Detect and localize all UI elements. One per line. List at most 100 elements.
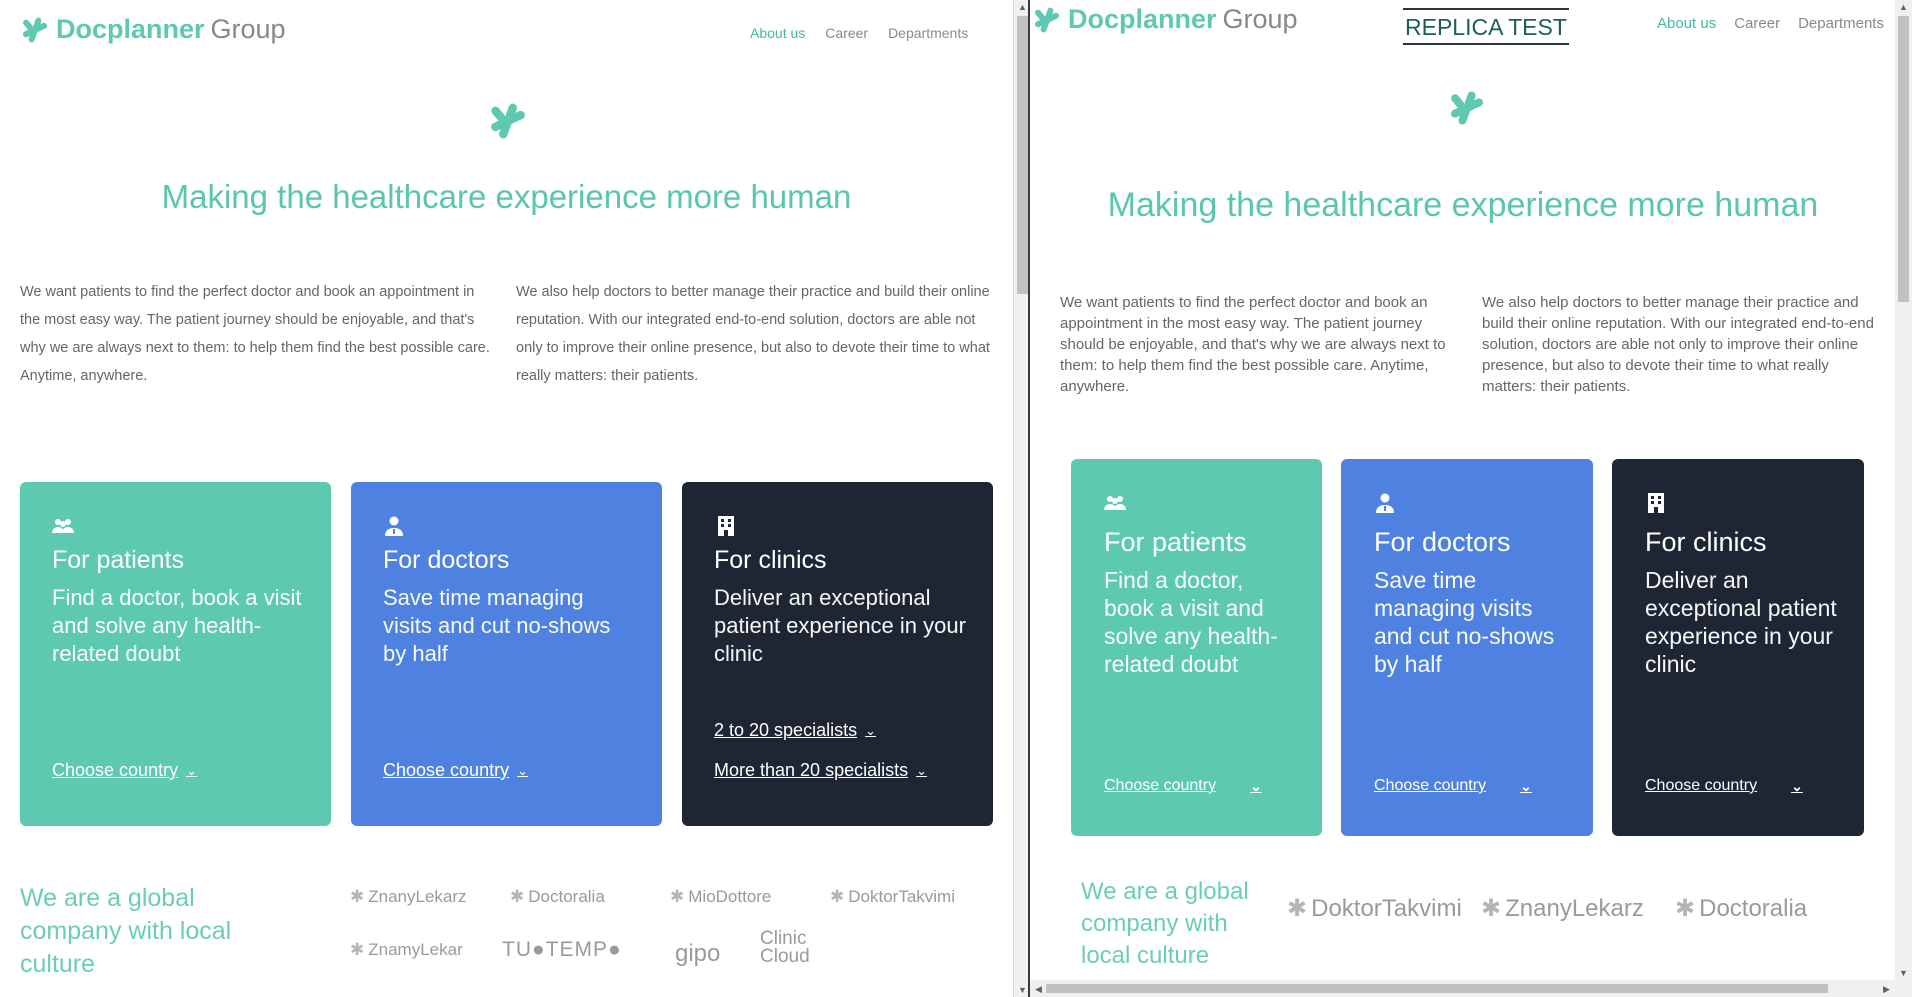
chevron-down-icon: ⌄	[1520, 777, 1532, 794]
brand-label: MioDottore	[688, 887, 772, 906]
scroll-down-arrow-icon[interactable]: ▼	[1895, 966, 1912, 980]
scrollbar-thumb[interactable]	[1017, 16, 1028, 294]
docplanner-logo[interactable]: Docplanner Group	[1032, 4, 1298, 35]
scroll-down-arrow-icon[interactable]: ▼	[1014, 983, 1031, 997]
card-description: Save time managing visits and cut no-sho…	[1374, 567, 1555, 677]
card-title: For clinics	[1645, 527, 1767, 557]
star-icon: ✱	[670, 887, 685, 906]
people-icon	[1104, 496, 1126, 510]
logo-group: Group	[1222, 4, 1298, 34]
star-icon: ✱	[1287, 895, 1308, 922]
chevron-down-icon: ⌄	[186, 762, 197, 778]
card-description: Save time managing visits and cut no-sho…	[383, 585, 611, 666]
scroll-up-arrow-icon[interactable]: ▲	[1014, 0, 1031, 14]
card-patients[interactable]: For patients Find a doctor, book a visit…	[1071, 459, 1322, 836]
intro-paragraph-doctors: We also help doctors to better manage th…	[516, 284, 990, 384]
brand-label: ZnamyLekar	[368, 940, 463, 959]
choose-country-label: Choose country	[1645, 777, 1758, 794]
star-icon: ✱	[510, 887, 525, 906]
intro-paragraph-patients: We want patients to find the perfect doc…	[1060, 294, 1446, 395]
scroll-up-arrow-icon[interactable]: ▲	[1895, 0, 1912, 14]
nav-departments[interactable]: Departments	[888, 25, 968, 41]
card-patients[interactable]: For patients Find a doctor, book a visit…	[20, 482, 331, 826]
replica-test-label: REPLICA TEST	[1403, 8, 1569, 45]
brand-tuotempo[interactable]: TU●TEMP●	[502, 938, 622, 962]
building-icon	[1648, 493, 1664, 513]
star-icon: ✱	[350, 940, 365, 959]
brand-label: ZnanyLekarz	[368, 887, 467, 906]
nav-about-us[interactable]: About us	[1657, 15, 1716, 32]
brand-label: gipo	[675, 940, 721, 967]
logo-brand: Docplanner	[1068, 4, 1217, 34]
top-nav: About us Career Departments	[1657, 15, 1884, 32]
card-clinics[interactable]: For clinics Deliver an exceptional patie…	[1612, 459, 1864, 836]
logo-group: Group	[210, 14, 286, 44]
card-title: For doctors	[1374, 527, 1511, 557]
star-icon: ✱	[1675, 895, 1696, 922]
brand-gipo[interactable]: gipo	[675, 940, 720, 968]
brand-label: DoktorTakvimi	[848, 887, 955, 906]
card-description: Deliver an exceptional patient experienc…	[1645, 567, 1837, 677]
left-pane-scrollbar[interactable]: ▲ ▼	[1013, 0, 1030, 997]
choose-country-link[interactable]: Choose country ⌄	[52, 760, 197, 781]
right-pane-vertical-scrollbar[interactable]: ▲ ▼	[1895, 0, 1912, 997]
choose-country-label: Choose country	[1104, 777, 1217, 794]
brand-label: Clinic Cloud	[760, 928, 810, 967]
brand-doctoralia[interactable]: ✱ Doctoralia	[1675, 894, 1807, 923]
card-clinics[interactable]: For clinics Deliver an exceptional patie…	[682, 482, 993, 826]
card-doctors[interactable]: For doctors Save time managing visits an…	[1341, 459, 1593, 836]
brand-label: ZnanyLekarz	[1505, 894, 1644, 922]
choose-country-link[interactable]: Choose country ⌄	[1104, 777, 1262, 795]
docplanner-star-icon	[1034, 7, 1060, 32]
card-title: For doctors	[383, 546, 510, 574]
specialists-20-plus-link[interactable]: More than 20 specialists ⌄	[714, 760, 927, 781]
right-pane-horizontal-scrollbar[interactable]: ◀ ▶	[1030, 980, 1895, 997]
card-description: Deliver an exceptional patient experienc…	[714, 585, 966, 666]
brand-doktortakvimi[interactable]: ✱ DoktorTakvimi	[830, 887, 955, 907]
scroll-left-arrow-icon[interactable]: ◀	[1030, 982, 1047, 996]
brand-doktortakvimi[interactable]: ✱ DoktorTakvimi	[1287, 894, 1462, 923]
choose-country-link[interactable]: Choose country ⌄	[1645, 777, 1803, 795]
specialists-label: 2 to 20 specialists	[714, 720, 858, 740]
scrollbar-thumb[interactable]	[1898, 16, 1909, 302]
right-browser-pane: Docplanner Group REPLICA TEST About us C…	[1030, 0, 1912, 997]
card-title: For patients	[1104, 527, 1247, 557]
tagline: We are a global company with local cultu…	[20, 884, 232, 978]
card-description: Find a doctor, book a visit and solve an…	[52, 585, 302, 666]
brand-label: TU●TEMP●	[502, 938, 622, 961]
brand-label: DoktorTakvimi	[1311, 894, 1462, 922]
nav-about-us[interactable]: About us	[750, 25, 805, 41]
nav-career[interactable]: Career	[825, 25, 868, 41]
people-icon	[52, 519, 74, 533]
brand-label: Doctoralia	[528, 887, 605, 906]
intro-paragraph-patients: We want patients to find the perfect doc…	[20, 284, 490, 384]
scroll-right-arrow-icon[interactable]: ▶	[1878, 982, 1895, 996]
star-icon: ✱	[830, 887, 845, 906]
tagline: We are a global company with local cultu…	[1081, 878, 1249, 969]
hero-title: Making the healthcare experience more hu…	[1107, 186, 1819, 224]
brand-znanylekarz[interactable]: ✱ ZnanyLekarz	[1481, 894, 1644, 923]
specialists-2-20-link[interactable]: 2 to 20 specialists ⌄	[714, 720, 876, 741]
horizontal-scrollbar-thumb[interactable]	[1046, 984, 1828, 993]
star-icon: ✱	[1481, 895, 1502, 922]
card-title: For clinics	[714, 546, 827, 574]
card-doctors[interactable]: For doctors Save time managing visits an…	[351, 482, 662, 826]
choose-country-link[interactable]: Choose country ⌄	[383, 760, 528, 781]
chevron-down-icon: ⌄	[1250, 777, 1262, 794]
brand-znanylekarz[interactable]: ✱ ZnanyLekarz	[350, 887, 467, 907]
brand-doctoralia[interactable]: ✱ Doctoralia	[510, 887, 605, 907]
docplanner-logo[interactable]: Docplanner Group	[20, 14, 286, 45]
doctor-icon	[385, 516, 403, 536]
choose-country-label: Choose country	[383, 760, 510, 780]
brand-znamylekar[interactable]: ✱ ZnamyLekar	[350, 940, 463, 960]
hero-star-icon	[491, 103, 525, 139]
hero-title: Making the healthcare experience more hu…	[161, 178, 852, 215]
chevron-down-icon: ⌄	[916, 762, 928, 778]
nav-career[interactable]: Career	[1734, 15, 1780, 32]
brand-miodottore[interactable]: ✱ MioDottore	[670, 887, 771, 907]
nav-departments[interactable]: Departments	[1798, 15, 1884, 32]
doctor-icon	[1376, 493, 1394, 513]
brand-label: Doctoralia	[1699, 894, 1808, 922]
choose-country-link[interactable]: Choose country ⌄	[1374, 777, 1532, 795]
brand-cliniccloud[interactable]: Clinic Cloud	[760, 928, 840, 967]
